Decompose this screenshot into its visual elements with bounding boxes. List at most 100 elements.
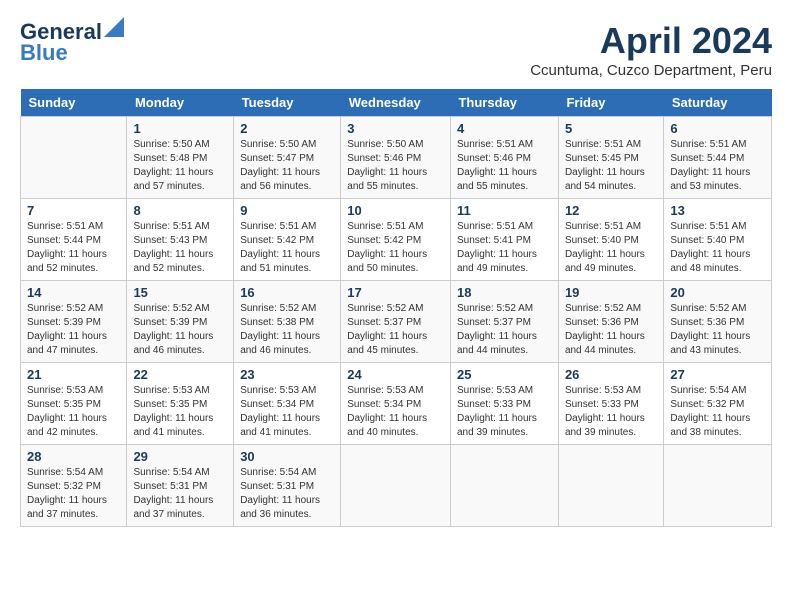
day-number: 11 [457,203,552,218]
month-year-title: April 2024 [530,20,772,62]
day-of-week-header: Sunday [21,89,127,117]
day-sun-info: Sunrise: 5:54 AM Sunset: 5:32 PM Dayligh… [27,466,120,522]
calendar-cell: 11Sunrise: 5:51 AM Sunset: 5:41 PM Dayli… [450,199,558,281]
day-sun-info: Sunrise: 5:52 AM Sunset: 5:36 PM Dayligh… [670,302,765,358]
day-number: 17 [347,285,444,300]
day-number: 3 [347,121,444,136]
calendar-cell: 24Sunrise: 5:53 AM Sunset: 5:34 PM Dayli… [341,363,451,445]
day-number: 16 [240,285,334,300]
day-number: 23 [240,367,334,382]
logo-blue: Blue [20,40,68,66]
day-sun-info: Sunrise: 5:52 AM Sunset: 5:36 PM Dayligh… [565,302,657,358]
calendar-week-row: 28 Sunrise: 5:54 AM Sunset: 5:32 PM Dayli… [21,445,772,527]
title-section: April 2024 Ccuntuma, Cuzco Department, P… [530,20,772,79]
day-number: 2 [240,121,334,136]
day-number: 14 [27,285,120,300]
day-sun-info: Sunrise: 5:53 AM Sunset: 5:35 PM Dayligh… [27,384,120,440]
calendar-cell: 22 Sunrise: 5:53 AM Sunset: 5:35 PM Dayli… [127,363,234,445]
day-number: 9 [240,203,334,218]
calendar-cell [558,445,663,527]
calendar-cell: 23 Sunrise: 5:53 AM Sunset: 5:34 PM Dayli… [234,363,341,445]
day-sun-info: Sunrise: 5:52 AM Sunset: 5:38 PM Dayligh… [240,302,334,358]
day-sun-info: Sunrise: 5:53 AM Sunset: 5:33 PM Dayligh… [457,384,552,440]
day-sun-info: Sunrise: 5:52 AM Sunset: 5:39 PM Dayligh… [27,302,120,358]
calendar-header-row: SundayMondayTuesdayWednesdayThursdayFrid… [21,89,772,117]
day-sun-info: Sunrise: 5:51 AM Sunset: 5:42 PM Dayligh… [347,220,444,276]
calendar-week-row: 14 Sunrise: 5:52 AM Sunset: 5:39 PM Dayli… [21,281,772,363]
day-of-week-header: Monday [127,89,234,117]
calendar-cell [21,117,127,199]
day-sun-info: Sunrise: 5:51 AM Sunset: 5:42 PM Dayligh… [240,220,334,276]
calendar-week-row: 1Sunrise: 5:50 AM Sunset: 5:48 PM Daylig… [21,117,772,199]
day-number: 29 [133,449,227,464]
day-sun-info: Sunrise: 5:52 AM Sunset: 5:37 PM Dayligh… [457,302,552,358]
day-number: 5 [565,121,657,136]
day-number: 28 [27,449,120,464]
calendar-cell [450,445,558,527]
calendar-cell: 12 Sunrise: 5:51 AM Sunset: 5:40 PM Dayli… [558,199,663,281]
day-sun-info: Sunrise: 5:51 AM Sunset: 5:46 PM Dayligh… [457,138,552,194]
calendar-cell: 1Sunrise: 5:50 AM Sunset: 5:48 PM Daylig… [127,117,234,199]
day-number: 6 [670,121,765,136]
day-number: 4 [457,121,552,136]
day-number: 30 [240,449,334,464]
day-sun-info: Sunrise: 5:51 AM Sunset: 5:40 PM Dayligh… [670,220,765,276]
calendar-week-row: 7Sunrise: 5:51 AM Sunset: 5:44 PM Daylig… [21,199,772,281]
calendar-cell: 8Sunrise: 5:51 AM Sunset: 5:43 PM Daylig… [127,199,234,281]
day-number: 19 [565,285,657,300]
day-sun-info: Sunrise: 5:53 AM Sunset: 5:34 PM Dayligh… [347,384,444,440]
day-number: 8 [133,203,227,218]
calendar-cell: 6 Sunrise: 5:51 AM Sunset: 5:44 PM Daylig… [664,117,772,199]
calendar-cell: 29 Sunrise: 5:54 AM Sunset: 5:31 PM Dayli… [127,445,234,527]
day-number: 27 [670,367,765,382]
calendar-cell: 13 Sunrise: 5:51 AM Sunset: 5:40 PM Dayli… [664,199,772,281]
calendar-cell: 20 Sunrise: 5:52 AM Sunset: 5:36 PM Dayli… [664,281,772,363]
day-number: 1 [133,121,227,136]
calendar-cell: 27 Sunrise: 5:54 AM Sunset: 5:32 PM Dayli… [664,363,772,445]
calendar-cell: 30 Sunrise: 5:54 AM Sunset: 5:31 PM Dayli… [234,445,341,527]
day-number: 22 [133,367,227,382]
calendar-cell: 19 Sunrise: 5:52 AM Sunset: 5:36 PM Dayli… [558,281,663,363]
calendar-cell: 21 Sunrise: 5:53 AM Sunset: 5:35 PM Dayli… [21,363,127,445]
day-number: 26 [565,367,657,382]
day-sun-info: Sunrise: 5:51 AM Sunset: 5:40 PM Dayligh… [565,220,657,276]
calendar-cell [664,445,772,527]
day-number: 25 [457,367,552,382]
day-sun-info: Sunrise: 5:54 AM Sunset: 5:32 PM Dayligh… [670,384,765,440]
day-number: 18 [457,285,552,300]
calendar-cell: 15 Sunrise: 5:52 AM Sunset: 5:39 PM Dayli… [127,281,234,363]
day-of-week-header: Saturday [664,89,772,117]
day-sun-info: Sunrise: 5:53 AM Sunset: 5:35 PM Dayligh… [133,384,227,440]
day-sun-info: Sunrise: 5:50 AM Sunset: 5:46 PM Dayligh… [347,138,444,194]
day-number: 20 [670,285,765,300]
day-sun-info: Sunrise: 5:53 AM Sunset: 5:33 PM Dayligh… [565,384,657,440]
calendar-cell: 7Sunrise: 5:51 AM Sunset: 5:44 PM Daylig… [21,199,127,281]
day-sun-info: Sunrise: 5:52 AM Sunset: 5:39 PM Dayligh… [133,302,227,358]
day-sun-info: Sunrise: 5:54 AM Sunset: 5:31 PM Dayligh… [240,466,334,522]
logo-icon [104,17,124,37]
day-sun-info: Sunrise: 5:50 AM Sunset: 5:47 PM Dayligh… [240,138,334,194]
day-number: 21 [27,367,120,382]
day-of-week-header: Thursday [450,89,558,117]
calendar-week-row: 21 Sunrise: 5:53 AM Sunset: 5:35 PM Dayli… [21,363,772,445]
calendar-table: SundayMondayTuesdayWednesdayThursdayFrid… [20,89,772,527]
day-sun-info: Sunrise: 5:51 AM Sunset: 5:44 PM Dayligh… [670,138,765,194]
calendar-cell: 28 Sunrise: 5:54 AM Sunset: 5:32 PM Dayli… [21,445,127,527]
calendar-cell: 25 Sunrise: 5:53 AM Sunset: 5:33 PM Dayli… [450,363,558,445]
page-header: General Blue April 2024 Ccuntuma, Cuzco … [20,20,772,79]
calendar-cell: 18 Sunrise: 5:52 AM Sunset: 5:37 PM Dayli… [450,281,558,363]
location-subtitle: Ccuntuma, Cuzco Department, Peru [530,62,772,79]
day-of-week-header: Tuesday [234,89,341,117]
day-number: 15 [133,285,227,300]
day-sun-info: Sunrise: 5:54 AM Sunset: 5:31 PM Dayligh… [133,466,227,522]
calendar-cell: 14 Sunrise: 5:52 AM Sunset: 5:39 PM Dayli… [21,281,127,363]
day-number: 13 [670,203,765,218]
day-number: 12 [565,203,657,218]
day-sun-info: Sunrise: 5:53 AM Sunset: 5:34 PM Dayligh… [240,384,334,440]
calendar-cell: 3 Sunrise: 5:50 AM Sunset: 5:46 PM Daylig… [341,117,451,199]
day-of-week-header: Wednesday [341,89,451,117]
day-sun-info: Sunrise: 5:51 AM Sunset: 5:45 PM Dayligh… [565,138,657,194]
calendar-cell: 26 Sunrise: 5:53 AM Sunset: 5:33 PM Dayli… [558,363,663,445]
calendar-cell: 4 Sunrise: 5:51 AM Sunset: 5:46 PM Daylig… [450,117,558,199]
day-of-week-header: Friday [558,89,663,117]
